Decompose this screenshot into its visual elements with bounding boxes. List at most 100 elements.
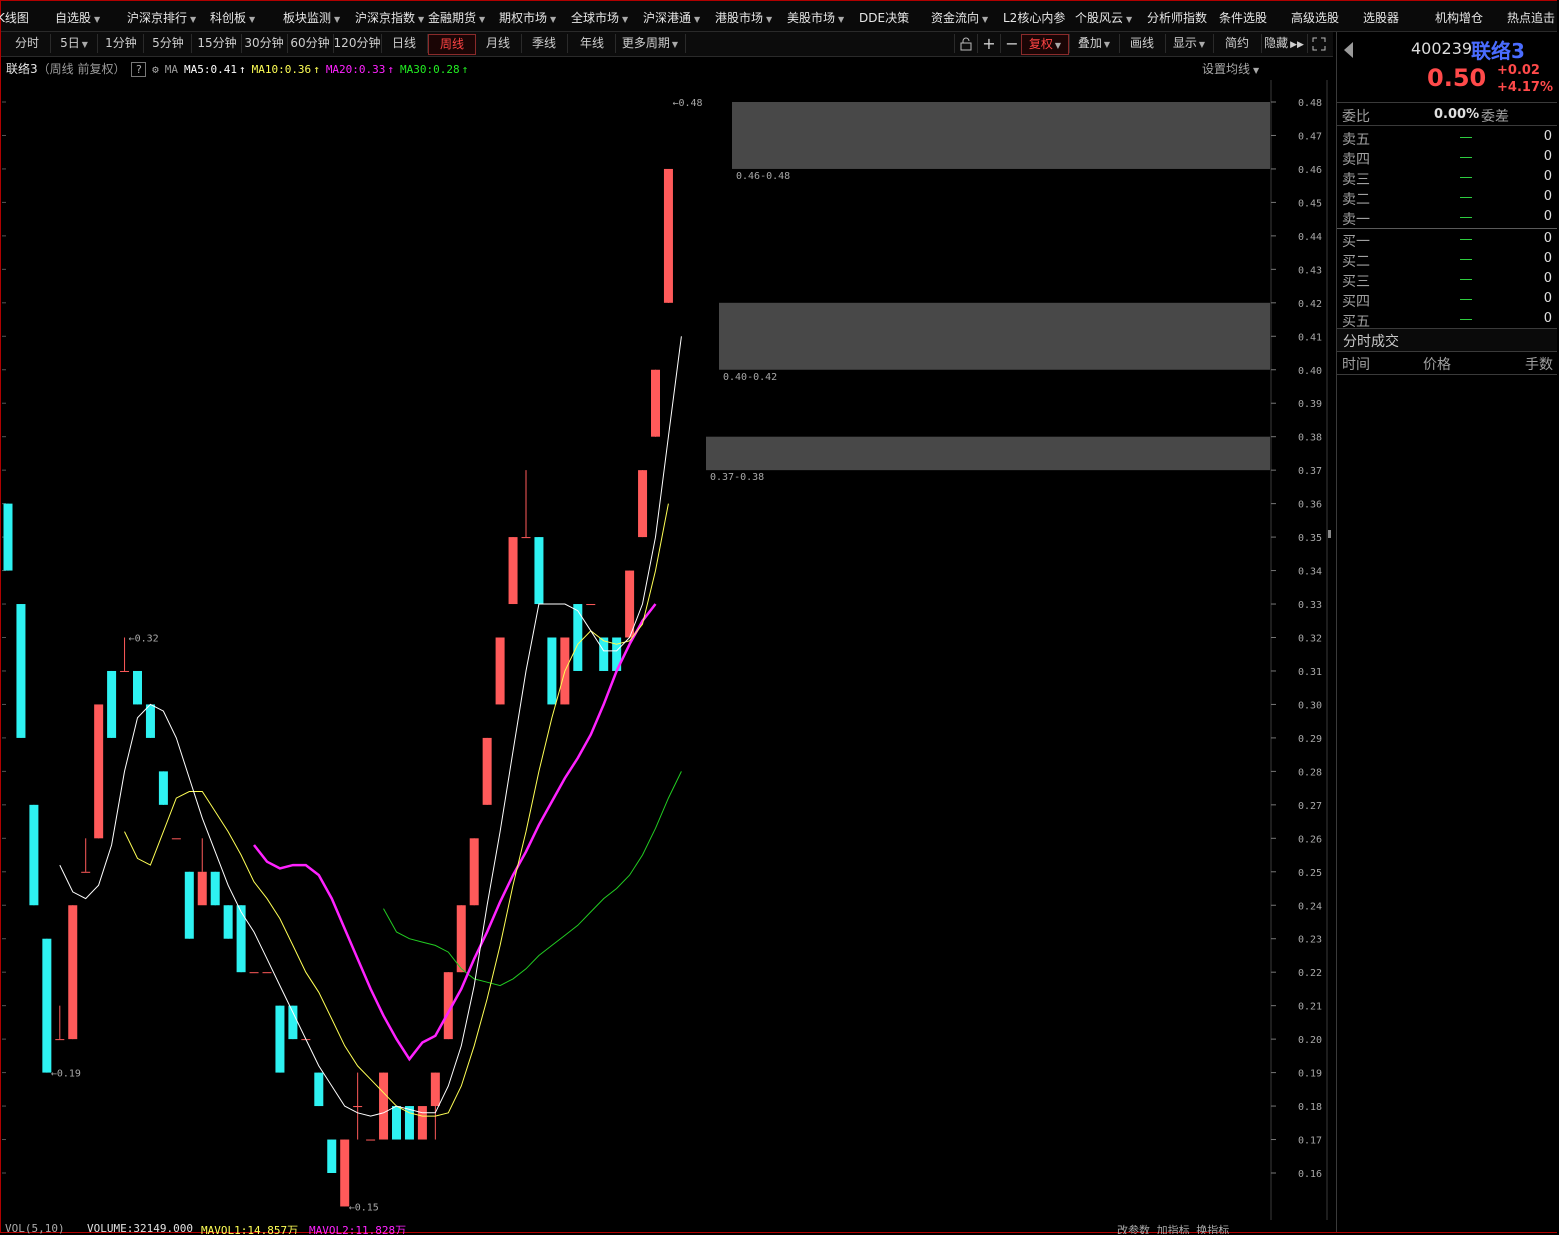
candle-up[interactable] (417, 1106, 427, 1140)
period-tab-8[interactable]: 日线 (381, 34, 428, 53)
menu-item-6[interactable]: 金融期货 ▼ (428, 9, 485, 26)
period-tab-11[interactable]: 季线 (521, 34, 568, 53)
menu-item-3[interactable]: 科创板 ▼ (210, 9, 255, 26)
period-tab-6[interactable]: 60分钟 (287, 34, 334, 53)
period-tab-1[interactable]: 5日 ▼ (51, 34, 98, 53)
menu-item-20[interactable]: 机构增仓 (1435, 9, 1483, 26)
orderbook-row[interactable]: 买二 0 (1337, 249, 1557, 270)
menu-item-8[interactable]: 全球市场 ▼ (571, 9, 628, 26)
fuquan-dropdown[interactable]: 复权 ▼ (1021, 34, 1069, 55)
candle-down[interactable] (599, 637, 609, 671)
menu-item-11[interactable]: 美股市场 ▼ (787, 9, 844, 26)
overlay-dropdown[interactable]: 叠加 ▼ (1069, 34, 1118, 53)
period-tab-5[interactable]: 30分钟 (241, 34, 288, 53)
candle-down[interactable] (223, 905, 233, 939)
candle-down[interactable] (29, 804, 39, 906)
hide-button[interactable]: 隐藏 ▶▶ (1261, 34, 1306, 53)
menu-item-19[interactable]: 选股器 (1363, 9, 1399, 26)
candle-up[interactable] (651, 369, 660, 437)
candle-up[interactable] (171, 838, 181, 840)
candle-down[interactable] (42, 938, 52, 1073)
candle-down[interactable] (236, 905, 246, 973)
menu-item-17[interactable]: 条件选股 (1219, 9, 1267, 26)
menu-item-5[interactable]: 沪深京指数 ▼ (355, 9, 424, 26)
candle-down[interactable] (133, 670, 142, 705)
zoom-out-button[interactable]: − (1000, 34, 1023, 53)
period-tab-3[interactable]: 5分钟 (145, 34, 192, 53)
orderbook-row[interactable]: 买五 0 (1337, 309, 1557, 330)
candle-up[interactable] (120, 670, 130, 672)
menu-item-15[interactable]: 个股风云 ▼ (1075, 9, 1132, 26)
candle-up[interactable] (55, 1039, 65, 1041)
candle-down[interactable] (158, 771, 168, 805)
indicator-tools[interactable]: 改参数 加指标 换指标 (1117, 1222, 1229, 1234)
candle-up[interactable] (249, 972, 259, 974)
menu-item-4[interactable]: 板块监测 ▼ (283, 9, 340, 26)
menu-item-12[interactable]: DDE决策 (859, 9, 909, 26)
orderbook-row[interactable]: 买三 0 (1337, 269, 1557, 290)
simple-button[interactable]: 简约 (1213, 34, 1260, 53)
period-tab-0[interactable]: 分时 (4, 34, 51, 53)
candle-up[interactable] (456, 905, 466, 973)
orderbook-row[interactable]: 买一 0 (1337, 229, 1557, 250)
candle-up[interactable] (340, 1139, 350, 1207)
period-tab-10[interactable]: 月线 (475, 34, 522, 53)
menu-item-1[interactable]: 自选股 ▼ (55, 9, 100, 26)
candle-down[interactable] (145, 704, 155, 738)
candle-up[interactable] (469, 838, 479, 906)
candle-up[interactable] (68, 905, 78, 1040)
menu-item-21[interactable]: 热点追击 (1507, 9, 1555, 26)
arrow-left-icon[interactable] (1344, 42, 1353, 58)
orderbook-row[interactable]: 卖四 0 (1337, 147, 1557, 168)
candle-up[interactable] (262, 972, 272, 974)
candle-down[interactable] (534, 537, 544, 605)
menu-item-7[interactable]: 期权市场 ▼ (499, 9, 556, 26)
menu-item-9[interactable]: 沪深港通 ▼ (643, 9, 700, 26)
display-dropdown[interactable]: 显示 ▼ (1165, 34, 1212, 53)
kline-chart[interactable]: 0.48 0.47 0.46 0.45 0.44 0.43 0.42 0.41 0.40 0.39… (0, 80, 1332, 1220)
candle-up[interactable] (353, 1106, 363, 1108)
candle-up[interactable] (625, 570, 635, 638)
candle-up[interactable] (366, 1139, 376, 1141)
lock-icon[interactable] (954, 34, 977, 53)
gear-icon[interactable]: ⚙ (152, 63, 159, 76)
menu-item-0[interactable]: K线图 (0, 9, 29, 26)
candle-up[interactable] (197, 871, 207, 906)
candle-up[interactable] (521, 537, 531, 539)
expand-button[interactable] (1307, 34, 1330, 53)
orderbook-row[interactable]: 卖三 0 (1337, 167, 1557, 188)
tick-trades-header[interactable]: 分时成交 (1337, 328, 1557, 352)
period-tab-9[interactable]: 周线 (428, 34, 476, 55)
candle-down[interactable] (16, 604, 26, 738)
scroll-handle[interactable] (1328, 530, 1331, 538)
menu-item-16[interactable]: 分析师指数 (1147, 9, 1207, 26)
candle-up[interactable] (482, 737, 492, 805)
menu-item-10[interactable]: 港股市场 ▼ (715, 9, 772, 26)
menu-item-14[interactable]: L2核心内参 (1003, 9, 1065, 26)
candle-down[interactable] (288, 1005, 298, 1040)
candle-up[interactable] (81, 871, 91, 873)
set-ma-dropdown[interactable]: 设置均线 ▼ (1202, 60, 1259, 77)
candle-down[interactable] (392, 1106, 401, 1140)
candle-down[interactable] (327, 1139, 337, 1173)
zoom-in-button[interactable]: + (977, 34, 1000, 53)
candle-down[interactable] (573, 604, 583, 671)
candle-up[interactable] (638, 470, 648, 538)
candle-down[interactable] (184, 871, 194, 939)
candle-up[interactable] (508, 537, 518, 605)
orderbook-row[interactable]: 卖一 0 (1337, 207, 1557, 228)
candle-up[interactable] (94, 704, 104, 839)
period-tab-7[interactable]: 120分钟 (333, 34, 382, 53)
candle-down[interactable] (3, 503, 13, 571)
period-tab-13[interactable]: 更多周期 ▼ (615, 34, 686, 53)
draw-line-button[interactable]: 画线 (1119, 34, 1164, 53)
orderbook-row[interactable]: 卖二 0 (1337, 187, 1557, 208)
period-tab-2[interactable]: 1分钟 (99, 34, 144, 53)
candle-down[interactable] (314, 1072, 324, 1107)
period-tab-12[interactable]: 年线 (569, 34, 616, 53)
menu-item-13[interactable]: 资金流向 ▼ (931, 9, 988, 26)
candle-down[interactable] (210, 871, 220, 906)
candle-up[interactable] (663, 168, 673, 303)
candle-down[interactable] (547, 637, 557, 705)
candle-down[interactable] (275, 1005, 285, 1073)
